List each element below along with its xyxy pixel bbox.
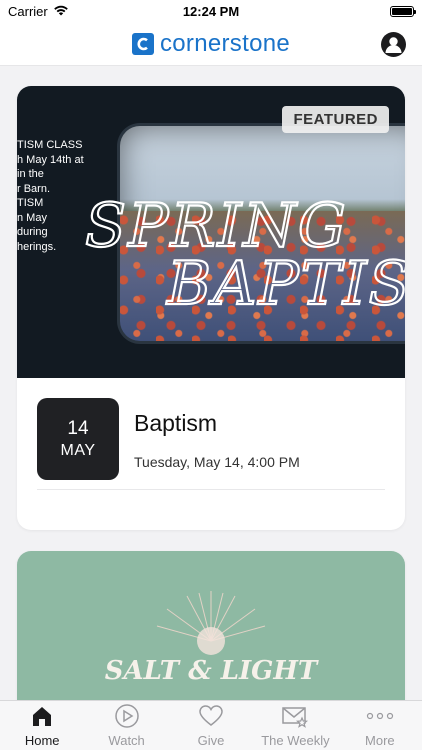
event-row[interactable]: 14 MAY Baptism Tuesday, May 14, 4:00 PM [37,398,385,490]
wifi-icon [53,4,69,19]
tab-give[interactable]: Give [169,701,253,750]
tab-the-weekly-label: The Weekly [261,733,330,748]
profile-button[interactable] [381,32,406,57]
brand-name: cornerstone [159,29,291,57]
tab-more-label: More [365,733,395,748]
mail-star-icon [281,703,309,729]
cornerstone-logo-icon [131,32,154,55]
carrier-group: Carrier [8,4,69,19]
app-header: cornerstone [0,22,422,66]
feed[interactable]: TISM CLASS h May 14th at in the r Barn. … [0,66,422,700]
tab-watch[interactable]: Watch [84,701,168,750]
featured-image: TISM CLASS h May 14th at in the r Barn. … [17,86,405,378]
tab-give-label: Give [197,733,225,748]
tab-bar: Home Watch Give The Weekly More [0,700,422,750]
event-datetime: Tuesday, May 14, 4:00 PM [134,454,300,470]
poster-title-line-2: BAPTISM [166,249,405,319]
carrier-label: Carrier [8,3,48,19]
play-icon [114,703,140,729]
tab-more[interactable]: More [338,701,422,750]
heart-icon [198,703,224,729]
tab-home-label: Home [24,733,60,748]
salt-light-title: SALT & LIGHT [105,656,319,686]
featured-event-card[interactable]: TISM CLASS h May 14th at in the r Barn. … [17,86,405,530]
brand-logo: cornerstone [131,29,291,58]
date-month: MAY [60,442,96,459]
featured-badge: FEATURED [282,106,389,133]
event-title: Baptism [134,410,218,436]
battery-icon [390,5,416,17]
tab-watch-label: Watch [108,733,145,748]
user-icon [385,37,402,53]
status-bar: Carrier 12:24 PM [0,0,422,22]
date-badge: 14 MAY [37,398,119,480]
date-day: 14 [67,418,89,439]
home-icon [30,703,54,729]
tab-home[interactable]: Home [0,701,84,750]
sunburst-art: SALT & LIGHT [105,591,319,686]
tab-the-weekly[interactable]: The Weekly [253,701,337,750]
salt-light-card[interactable]: SALT & LIGHT [17,551,405,700]
more-icon [366,703,394,729]
